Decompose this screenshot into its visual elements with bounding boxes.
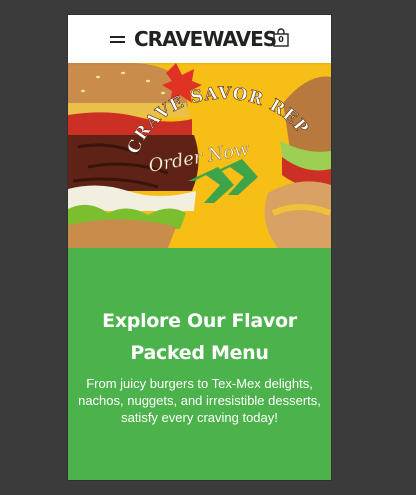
site-header: CRAVEWAVES 0	[68, 15, 331, 63]
hero-banner[interactable]: CRAVE SAVOR REPEAT Order Now	[68, 63, 331, 248]
section-description: From juicy burgers to Tex-Mex delights, …	[78, 376, 321, 425]
cart-count-badge: 0	[278, 35, 284, 44]
shopping-bag-icon[interactable]: 0	[273, 28, 289, 47]
section-title: Explore Our Flavor Packed Menu	[102, 310, 297, 364]
hamburger-menu-icon[interactable]	[110, 33, 126, 45]
brand-logo[interactable]: CRAVEWAVES	[134, 26, 277, 52]
mobile-viewport: CRAVEWAVES 0 CRAVE SAVOR REP Order Now E…	[68, 15, 331, 480]
menu-intro-section: Explore Our Flavor Packed Menu From juic…	[68, 248, 331, 480]
